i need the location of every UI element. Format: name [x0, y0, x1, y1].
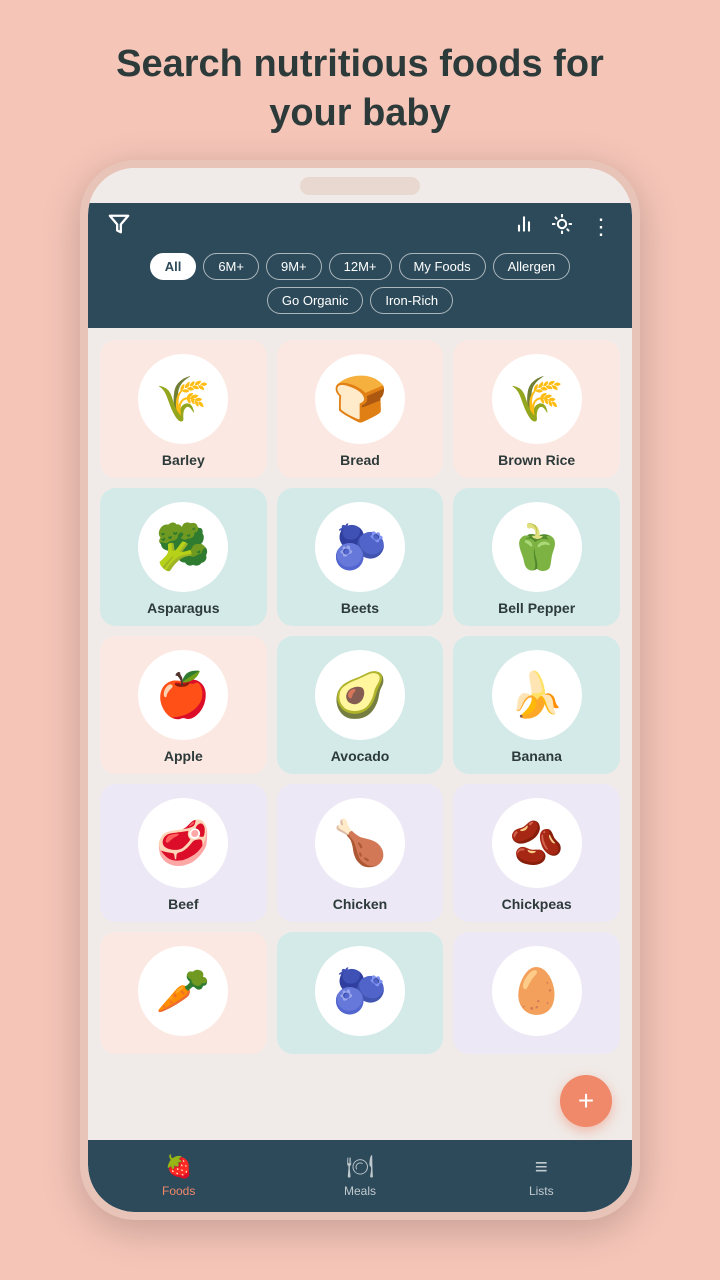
- tab-allergen[interactable]: Allergen: [493, 253, 571, 280]
- food-card[interactable]: 🫘 Chickpeas: [453, 784, 620, 922]
- food-name-label: Chicken: [333, 896, 387, 912]
- food-card[interactable]: 🍗 Chicken: [277, 784, 444, 922]
- food-icon-circle: 🫐: [315, 502, 405, 592]
- app-header: ⋮ All 6M+ 9M+ 12M+ My Foods Allergen Go …: [88, 203, 632, 328]
- food-name-label: Asparagus: [147, 600, 219, 616]
- food-name-label: Chickpeas: [502, 896, 572, 912]
- meals-nav-icon: 🍽: [346, 1154, 374, 1180]
- food-name-label: Avocado: [331, 748, 390, 764]
- food-icon-circle: 🥑: [315, 650, 405, 740]
- fab-button[interactable]: +: [560, 1075, 612, 1127]
- chart-icon[interactable]: [514, 214, 534, 240]
- tab-6m[interactable]: 6M+: [203, 253, 259, 280]
- phone-frame: ⋮ All 6M+ 9M+ 12M+ My Foods Allergen Go …: [80, 160, 640, 1220]
- more-icon[interactable]: ⋮: [590, 214, 612, 240]
- food-card[interactable]: 🍎 Apple: [100, 636, 267, 774]
- food-icon-circle: 🥕: [138, 946, 228, 1036]
- food-card[interactable]: 🥩 Beef: [100, 784, 267, 922]
- food-name-label: Beef: [168, 896, 198, 912]
- food-card[interactable]: 🥚: [453, 932, 620, 1054]
- food-icon-circle: 🍞: [315, 354, 405, 444]
- food-card[interactable]: 🫑 Bell Pepper: [453, 488, 620, 626]
- food-icon-circle: 🫑: [492, 502, 582, 592]
- food-card[interactable]: 🍌 Banana: [453, 636, 620, 774]
- tab-12m[interactable]: 12M+: [329, 253, 392, 280]
- tab-organic[interactable]: Go Organic: [267, 287, 363, 314]
- food-name-label: Brown Rice: [498, 452, 575, 468]
- food-card[interactable]: 🍞 Bread: [277, 340, 444, 478]
- nav-foods[interactable]: 🍓 Foods: [88, 1140, 269, 1212]
- tab-myfoods[interactable]: My Foods: [399, 253, 486, 280]
- lists-nav-icon: ≡: [535, 1154, 548, 1180]
- lists-nav-label: Lists: [529, 1184, 554, 1198]
- food-card[interactable]: 🌾 Brown Rice: [453, 340, 620, 478]
- tab-iron[interactable]: Iron-Rich: [370, 287, 453, 314]
- nav-lists[interactable]: ≡ Lists: [451, 1140, 632, 1212]
- tab-9m[interactable]: 9M+: [266, 253, 322, 280]
- food-icon-circle: 🫘: [492, 798, 582, 888]
- status-bar: [88, 168, 632, 203]
- food-name-label: Bell Pepper: [498, 600, 575, 616]
- filter-icon[interactable]: [108, 213, 130, 241]
- tab-all[interactable]: All: [150, 253, 197, 280]
- food-icon-circle: 🍌: [492, 650, 582, 740]
- food-icon-circle: 🍗: [315, 798, 405, 888]
- header-icons-row: ⋮: [108, 213, 612, 241]
- food-name-label: Beets: [341, 600, 379, 616]
- food-icon-circle: 🫐: [315, 946, 405, 1036]
- food-name-label: Banana: [511, 748, 562, 764]
- food-name-label: Bread: [340, 452, 380, 468]
- bottom-nav: 🍓 Foods 🍽 Meals ≡ Lists: [88, 1140, 632, 1212]
- food-icon-circle: 🌾: [138, 354, 228, 444]
- food-grid: 🌾 Barley 🍞 Bread 🌾 Brown Rice 🥦 Asparagus 🫐 Beets…: [100, 340, 620, 1054]
- food-card[interactable]: 🫐: [277, 932, 444, 1054]
- food-icon-circle: 🥩: [138, 798, 228, 888]
- nav-meals[interactable]: 🍽 Meals: [269, 1140, 450, 1212]
- notch: [300, 177, 420, 195]
- bulb-icon[interactable]: [552, 214, 572, 240]
- food-icon-circle: 🌾: [492, 354, 582, 444]
- food-card[interactable]: 🌾 Barley: [100, 340, 267, 478]
- food-grid-container: 🌾 Barley 🍞 Bread 🌾 Brown Rice 🥦 Asparagus 🫐 Beets…: [88, 328, 632, 1140]
- food-name-label: Apple: [164, 748, 203, 764]
- food-icon-circle: 🍎: [138, 650, 228, 740]
- food-icon-circle: 🥦: [138, 502, 228, 592]
- food-card[interactable]: 🫐 Beets: [277, 488, 444, 626]
- page-title: Search nutritious foods for your baby: [0, 0, 720, 159]
- filter-tabs: All 6M+ 9M+ 12M+ My Foods Allergen Go Or…: [108, 253, 612, 314]
- food-card[interactable]: 🥑 Avocado: [277, 636, 444, 774]
- food-card[interactable]: 🥕: [100, 932, 267, 1054]
- meals-nav-label: Meals: [344, 1184, 376, 1198]
- food-icon-circle: 🥚: [492, 946, 582, 1036]
- foods-nav-icon: 🍓: [165, 1154, 192, 1180]
- header-right-icons: ⋮: [514, 214, 612, 240]
- food-name-label: Barley: [162, 452, 205, 468]
- foods-nav-label: Foods: [162, 1184, 195, 1198]
- food-card[interactable]: 🥦 Asparagus: [100, 488, 267, 626]
